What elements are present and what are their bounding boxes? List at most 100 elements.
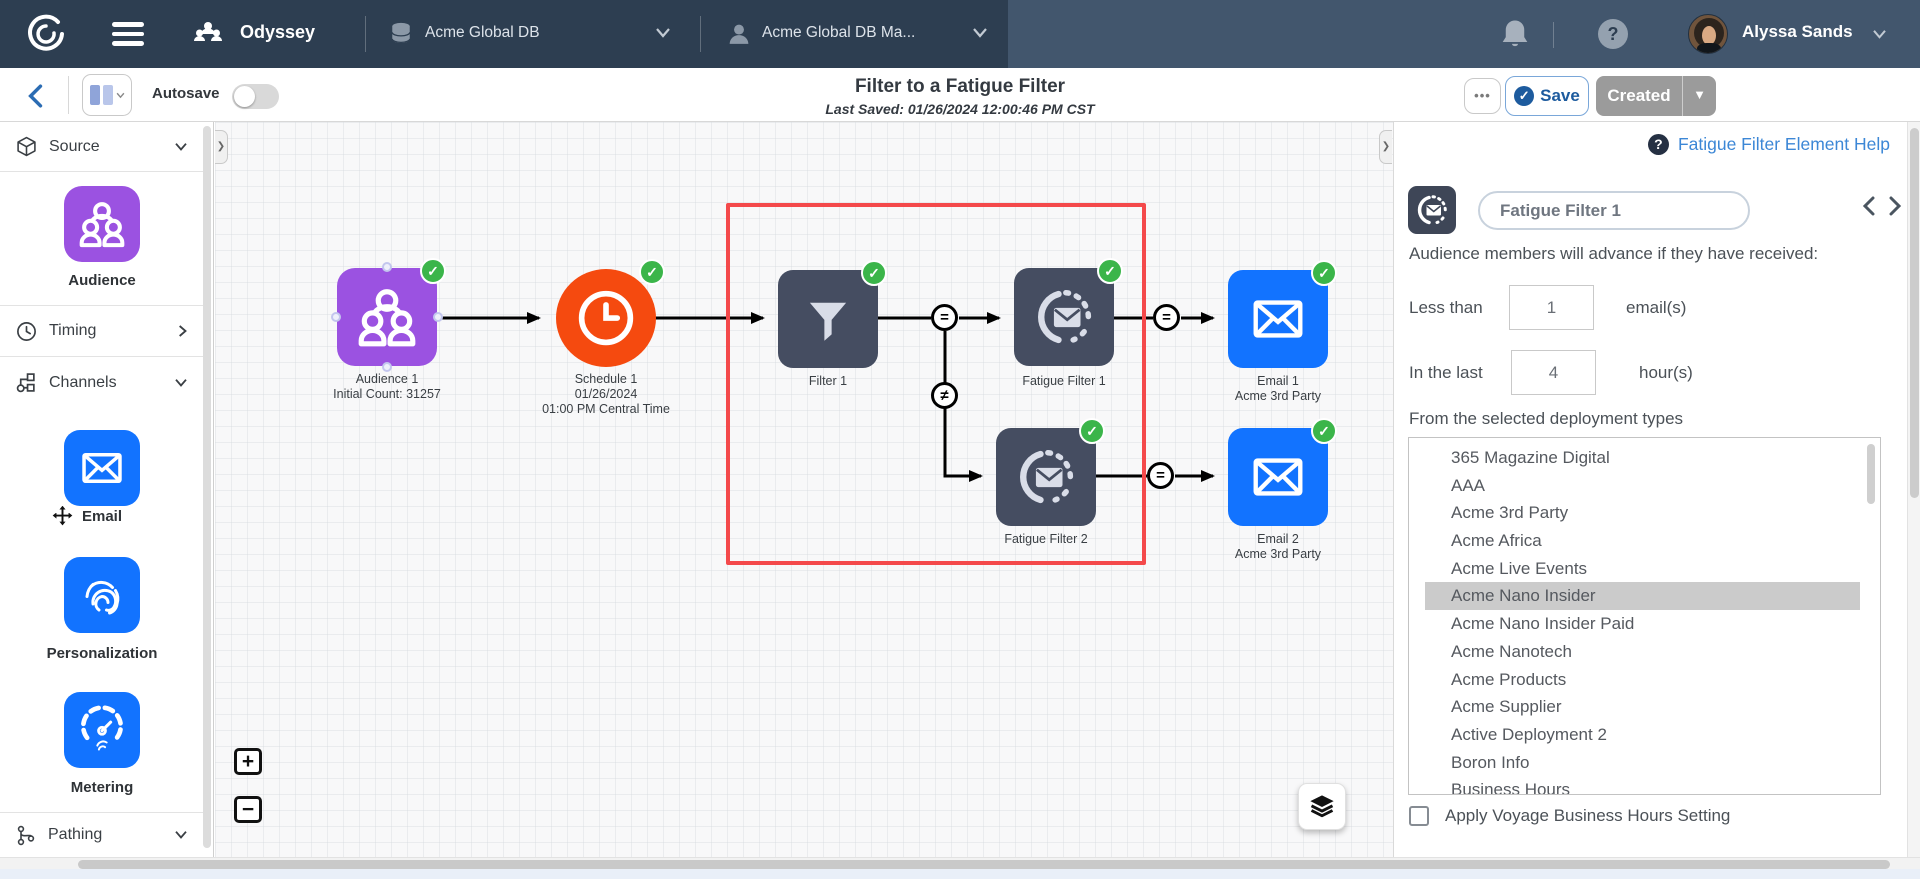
hours-count-input[interactable] xyxy=(1511,350,1596,395)
deployment-type-option[interactable]: Acme 3rd Party xyxy=(1425,499,1860,527)
sidebar-section-timing[interactable]: Timing xyxy=(0,306,204,357)
journey-canvas[interactable]: ❯ ❯ ✓ Audience 1Initial Count: 31257 ✓ S… xyxy=(215,122,1393,857)
deployment-type-option[interactable]: Acme Africa xyxy=(1425,527,1860,555)
deployment-type-option[interactable]: Acme Nano Insider xyxy=(1425,582,1860,610)
palette-item-metering[interactable] xyxy=(64,692,140,768)
help-link-row[interactable]: ? Fatigue Filter Element Help xyxy=(1648,134,1890,155)
database-selector-value: Acme Global DB xyxy=(425,24,540,42)
connection-handle[interactable] xyxy=(331,312,341,322)
collapse-panel-tab[interactable]: ❯ xyxy=(1379,130,1392,164)
save-button-label: Save xyxy=(1540,86,1580,106)
chevron-down-icon xyxy=(174,830,188,840)
connection-handle[interactable] xyxy=(382,262,392,272)
emails-unit-label: email(s) xyxy=(1626,285,1686,330)
fatigue-filter-properties-panel: ? Fatigue Filter Element Help Audience m… xyxy=(1393,122,1920,879)
equal-path-badge[interactable]: = xyxy=(931,304,958,331)
deployment-type-option[interactable]: AAA xyxy=(1425,472,1860,500)
chevron-down-icon xyxy=(174,378,188,388)
panel-intro-text: Audience members will advance if they ha… xyxy=(1409,244,1909,264)
product-title[interactable]: Odyssey xyxy=(240,22,315,43)
deployment-type-option[interactable]: Acme Products xyxy=(1425,666,1860,694)
checkbox[interactable] xyxy=(1409,806,1429,826)
check-circle-icon: ✓ xyxy=(1514,86,1534,106)
business-hours-checkbox-row[interactable]: Apply Voyage Business Hours Setting xyxy=(1409,806,1730,826)
channels-icon xyxy=(16,372,37,393)
deployment-type-option[interactable]: Acme Live Events xyxy=(1425,555,1860,583)
sidebar-section-source[interactable]: Source xyxy=(0,122,204,172)
equal-path-badge[interactable]: = xyxy=(1147,462,1174,489)
nav-divider xyxy=(700,16,701,52)
validation-check-icon: ✓ xyxy=(639,259,665,285)
notifications-bell-icon[interactable] xyxy=(1500,18,1530,50)
deployment-type-option[interactable]: Acme Supplier xyxy=(1425,693,1860,721)
chevron-down-icon xyxy=(174,142,188,152)
listbox-scrollbar[interactable] xyxy=(1867,444,1875,504)
chevron-down-icon xyxy=(655,27,671,39)
person-icon xyxy=(728,22,750,46)
status-dropdown-button[interactable]: Created ▼ xyxy=(1596,76,1716,116)
page-vertical-scrollbar[interactable] xyxy=(1907,122,1920,879)
layers-button[interactable] xyxy=(1298,783,1346,830)
app-logo-icon[interactable] xyxy=(26,14,66,54)
deployment-type-option[interactable]: Active Deployment 2 xyxy=(1425,721,1860,749)
palette-item-audience[interactable] xyxy=(64,186,140,262)
next-element-chevron-icon[interactable] xyxy=(1888,196,1902,216)
status-caret-icon[interactable]: ▼ xyxy=(1682,76,1716,116)
node-email-2[interactable]: ✓ xyxy=(1228,428,1328,526)
sidebar-section-pathing[interactable]: Pathing xyxy=(0,813,204,857)
user-menu-chevron-icon[interactable] xyxy=(1872,29,1887,40)
palette-item-personalization[interactable] xyxy=(64,557,140,633)
node-label: Email 2Acme 3rd Party xyxy=(1168,532,1388,562)
move-cursor-icon xyxy=(50,504,75,529)
help-question-icon: ? xyxy=(1648,134,1669,155)
database-icon xyxy=(390,22,412,46)
section-label: Pathing xyxy=(48,826,102,844)
node-fatigue-filter-2[interactable]: ✓ xyxy=(996,428,1096,526)
node-email-1[interactable]: ✓ xyxy=(1228,270,1328,368)
help-icon[interactable]: ? xyxy=(1598,19,1628,49)
sidebar-scrollbar[interactable] xyxy=(203,126,211,848)
palette-item-email[interactable] xyxy=(64,430,140,506)
deployment-type-option[interactable]: Business Hours xyxy=(1425,776,1860,795)
less-than-label: Less than xyxy=(1409,285,1483,330)
deployment-type-option[interactable]: Acme Nano Insider Paid xyxy=(1425,610,1860,638)
hamburger-menu-icon[interactable] xyxy=(112,22,144,46)
validation-check-icon: ✓ xyxy=(1079,418,1105,444)
deployment-types-listbox[interactable]: 365 Magazine DigitalAAAAcme 3rd PartyAcm… xyxy=(1408,437,1881,795)
layers-icon xyxy=(1308,793,1336,821)
toolbar: Autosave Filter to a Fatigue Filter Last… xyxy=(0,68,1920,122)
element-name-input[interactable] xyxy=(1478,191,1750,230)
node-fatigue-filter-1[interactable]: ✓ xyxy=(1014,268,1114,366)
sidebar-section-channels[interactable]: Channels xyxy=(0,357,204,408)
more-options-button[interactable]: ••• xyxy=(1464,78,1501,114)
deployment-type-option[interactable]: 365 Magazine Digital xyxy=(1425,444,1860,472)
connection-handle[interactable] xyxy=(433,312,443,322)
collapse-sidebar-tab[interactable]: ❯ xyxy=(215,130,228,164)
not-equal-path-badge[interactable]: ≠ xyxy=(931,382,958,409)
connection-handle[interactable] xyxy=(382,362,392,372)
section-label: Source xyxy=(49,138,100,156)
zoom-in-button[interactable]: + xyxy=(234,748,262,775)
database-selector[interactable]: Acme Global DB xyxy=(385,14,685,54)
validation-check-icon: ✓ xyxy=(420,258,446,284)
save-button[interactable]: ✓ Save xyxy=(1505,76,1589,116)
chevron-down-icon xyxy=(972,27,988,39)
node-filter[interactable]: ✓ xyxy=(778,270,878,368)
map-selector[interactable]: Acme Global DB Ma... xyxy=(720,14,1005,54)
node-audience[interactable]: ✓ xyxy=(337,268,437,366)
validation-check-icon: ✓ xyxy=(861,260,887,286)
emails-count-input[interactable] xyxy=(1509,285,1594,330)
email-icon xyxy=(77,443,127,493)
zoom-out-button[interactable]: − xyxy=(234,796,262,823)
canvas-horizontal-scrollbar[interactable] xyxy=(0,857,1920,869)
email-icon xyxy=(1247,446,1309,508)
previous-element-chevron-icon[interactable] xyxy=(1862,196,1876,216)
element-help-link[interactable]: Fatigue Filter Element Help xyxy=(1678,134,1890,155)
user-avatar[interactable] xyxy=(1688,14,1728,54)
deployment-type-option[interactable]: Boron Info xyxy=(1425,749,1860,777)
node-schedule[interactable]: ✓ xyxy=(556,269,656,367)
equal-path-badge[interactable]: = xyxy=(1153,304,1180,331)
deployment-type-option[interactable]: Acme Nanotech xyxy=(1425,638,1860,666)
checkbox-label: Apply Voyage Business Hours Setting xyxy=(1445,806,1730,826)
deployment-types-heading: From the selected deployment types xyxy=(1409,409,1683,429)
